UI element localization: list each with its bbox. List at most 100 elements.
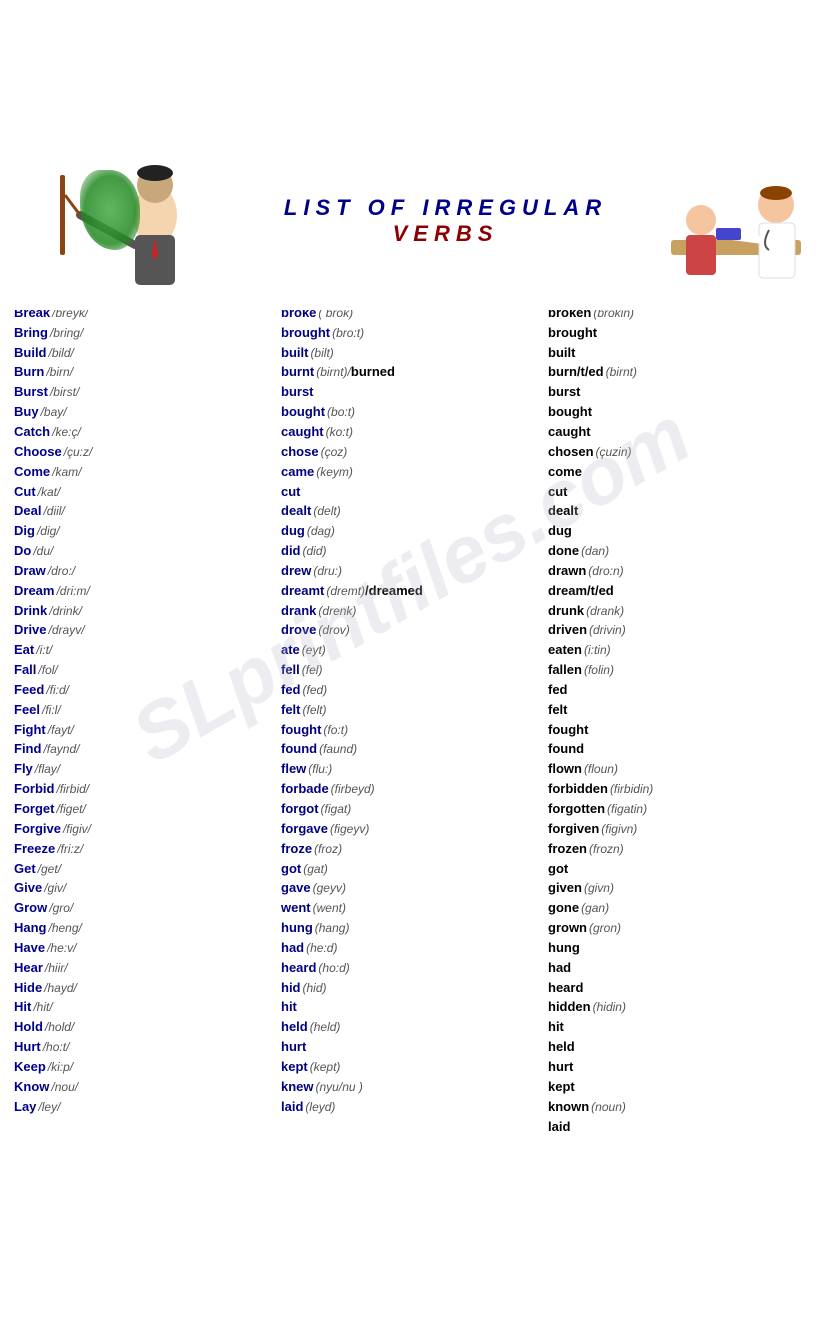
list-item: Freeze /fri:z/ [14, 840, 273, 859]
verb-past-pronunciation: (he:d) [306, 940, 337, 957]
column-past: was/were ( waz/wör)beatbecame (bikeym)be… [277, 165, 544, 1137]
verb-past-form: heard [281, 959, 316, 978]
verb-base-pronunciation: /giv/ [44, 880, 66, 897]
verb-base-form: Hide [14, 979, 42, 998]
list-item: dealt (delt) [281, 502, 540, 521]
verb-pp-form: dug [548, 522, 572, 541]
verb-base-pronunciation: /hit/ [33, 999, 52, 1016]
verb-past-pronunciation: (firbeyd) [331, 781, 375, 798]
verb-base-form: Dream [14, 582, 54, 601]
list-item: gone (gan) [548, 899, 807, 918]
verb-pp-form: bought [548, 403, 592, 422]
verb-base-pronunciation: /kat/ [38, 484, 61, 501]
list-item: come [548, 463, 807, 482]
title-block: LIST OF IRREGULAR VERBS [230, 195, 661, 247]
verb-base-form: Dig [14, 522, 35, 541]
verb-past-form: dug [281, 522, 305, 541]
verb-base-pronunciation: /hiir/ [45, 960, 68, 977]
verb-past-pronunciation: (delt) [313, 503, 340, 520]
verb-past-pronunciation: (fo:t) [323, 722, 348, 739]
list-item: felt [548, 701, 807, 720]
verb-base-pronunciation: /drink/ [49, 603, 82, 620]
list-item: cut [548, 483, 807, 502]
verb-base-form: Fly [14, 760, 33, 779]
verb-past-form: kept [281, 1058, 308, 1077]
list-item: Forgive /figiv/ [14, 820, 273, 839]
list-item: given (givn) [548, 879, 807, 898]
verb-base-form: Choose [14, 443, 62, 462]
list-item: Come /kam/ [14, 463, 273, 482]
verb-pp-form: laid [548, 1118, 570, 1137]
verb-past-pronunciation: (çoz) [321, 444, 348, 461]
list-item: Forbid /firbid/ [14, 780, 273, 799]
verb-base-pronunciation: /dig/ [37, 523, 60, 540]
verb-pp-pronunciation: (dan) [581, 543, 609, 560]
verb-past-pronunciation: (bilt) [310, 345, 333, 362]
verb-base-pronunciation: /ho:t/ [43, 1039, 70, 1056]
verb-base-pronunciation: /heng/ [49, 920, 82, 937]
list-item: bought (bo:t) [281, 403, 540, 422]
list-item: hung [548, 939, 807, 958]
verb-pp-form: got [548, 860, 568, 879]
list-item: found (faund) [281, 740, 540, 759]
verb-pp-form: held [548, 1038, 575, 1057]
verb-past-form: dealt [281, 502, 311, 521]
verb-base-pronunciation: /bay/ [41, 404, 67, 421]
list-item: grown (gron) [548, 919, 807, 938]
list-item: eaten (i:tin) [548, 641, 807, 660]
verb-base-form: Feed [14, 681, 44, 700]
verb-pp-form: forgiven [548, 820, 599, 839]
list-item: Eat /i:t/ [14, 641, 273, 660]
list-item: found [548, 740, 807, 759]
column-base: Be /bi:/Beat /bi:t/Become /bikam/Begin /… [10, 165, 277, 1137]
verb-past-pronunciation: (eyt) [302, 642, 326, 659]
list-item: fell (fel) [281, 661, 540, 680]
verb-past-form: built [281, 344, 308, 363]
verb-past-pronunciation: (held) [310, 1019, 341, 1036]
verb-past-pronunciation: (dremt) [326, 583, 365, 600]
verb-past-pronunciation: (hang) [315, 920, 350, 937]
list-item: built [548, 344, 807, 363]
verb-pp-form: grown [548, 919, 587, 938]
verb-base-form: Deal [14, 502, 41, 521]
verb-base-form: Forget [14, 800, 54, 819]
verb-past-pronunciation: (felt) [303, 702, 327, 719]
verb-pp-form: drawn [548, 562, 586, 581]
verb-past-form: drank [281, 602, 316, 621]
verb-pp-pronunciation: (dro:n) [588, 563, 623, 580]
verb-pp-form: hurt [548, 1058, 573, 1077]
verb-pp-pronunciation: (gron) [589, 920, 621, 937]
verb-past-pronunciation: (faund) [319, 741, 357, 758]
verb-past-form: held [281, 1018, 308, 1037]
list-item: fought [548, 721, 807, 740]
list-item: forgave (figeyv) [281, 820, 540, 839]
verb-base-form: Draw [14, 562, 46, 581]
verb-pp-form: flown [548, 760, 582, 779]
verb-base-pronunciation: /birn/ [46, 364, 73, 381]
verb-base-form: Build [14, 344, 47, 363]
list-item: Fight /fayt/ [14, 721, 273, 740]
list-item: drawn (dro:n) [548, 562, 807, 581]
verb-base-form: Eat [14, 641, 34, 660]
list-item: Do /du/ [14, 542, 273, 561]
list-item: Forget /figet/ [14, 800, 273, 819]
verb-past-pronunciation: (nyu/nu ) [316, 1079, 363, 1096]
verb-past-form: knew [281, 1078, 314, 1097]
list-item: burst [281, 383, 540, 402]
list-item: Dream /dri:m/ [14, 582, 273, 601]
list-item: chosen (çuzin) [548, 443, 807, 462]
list-item: Cut /kat/ [14, 483, 273, 502]
list-item: fought (fo:t) [281, 721, 540, 740]
list-item: Drink /drink/ [14, 602, 273, 621]
list-item: held (held) [281, 1018, 540, 1037]
verb-past-pronunciation: (fed) [303, 682, 328, 699]
verb-base-form: Feel [14, 701, 40, 720]
list-item: got [548, 860, 807, 879]
verb-past-pronunciation: (ko:t) [326, 424, 353, 441]
list-item: brought (bro:t) [281, 324, 540, 343]
verb-base-form: Burn [14, 363, 44, 382]
verb-base-pronunciation: /fayt/ [48, 722, 74, 739]
verb-pp-pronunciation: (figivn) [601, 821, 637, 838]
list-item: Feel /fi:l/ [14, 701, 273, 720]
list-item: forgotten (figatin) [548, 800, 807, 819]
